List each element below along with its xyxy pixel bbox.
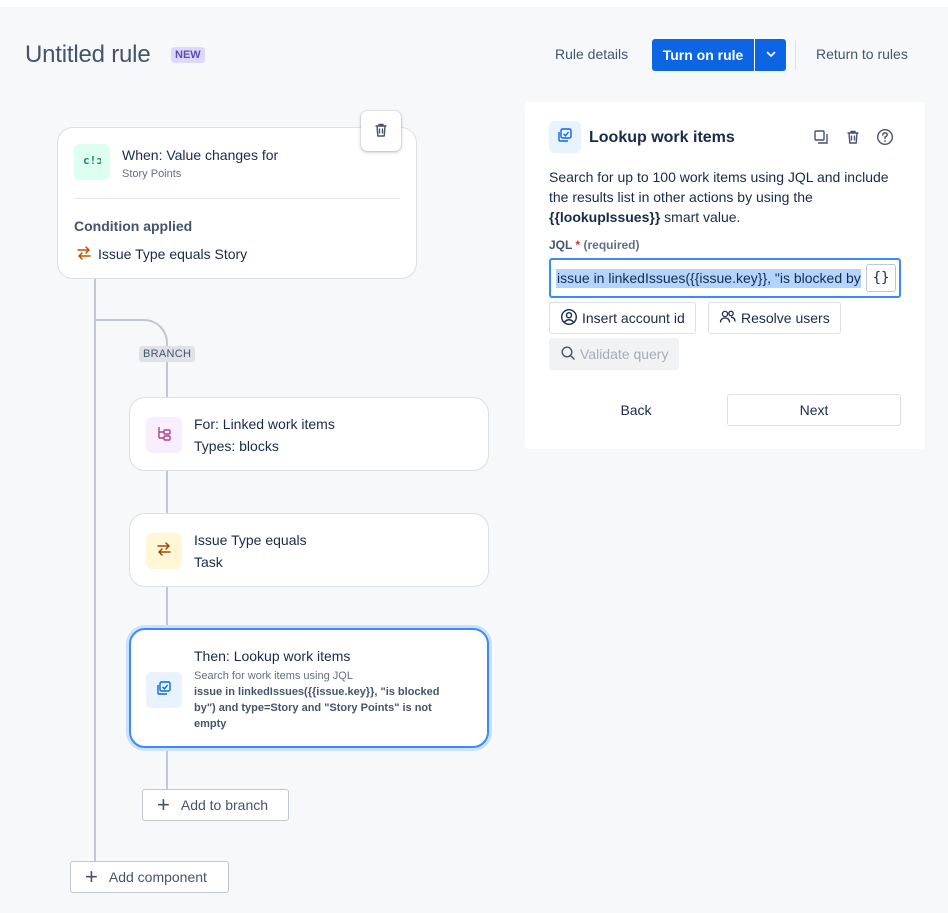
action-icon-box (146, 672, 182, 708)
people-icon (719, 309, 737, 328)
condition-text: Issue Type equals Story (98, 246, 248, 262)
action-jql-line-2: by") and type=Story and "Story Points" i… (194, 702, 432, 714)
plus-icon: + (85, 864, 98, 889)
user-circle-icon (560, 308, 578, 329)
delete-action-button[interactable] (842, 127, 864, 149)
back-button[interactable]: Back (549, 394, 723, 426)
copy-icon (813, 129, 829, 148)
action-jql-line-3: empty (194, 718, 227, 730)
turn-on-dropdown-button[interactable] (755, 39, 786, 71)
trigger-subtitle: Story Points (122, 168, 182, 180)
page-title: Untitled rule (25, 41, 151, 68)
branch-line-3 (166, 587, 168, 628)
condition-title: Issue Type equals (194, 532, 307, 548)
svg-text:c!ɔ: c!ɔ (83, 154, 101, 167)
description-text: Search for up to 100 work items using JQ… (549, 169, 889, 205)
top-strip (0, 0, 948, 7)
required-text: (required) (583, 238, 640, 252)
insert-account-id-label: Insert account id (582, 310, 685, 326)
validate-query-label: Validate query (580, 346, 669, 362)
swap-icon (76, 245, 92, 266)
delete-trigger-button[interactable] (361, 111, 401, 151)
branch-icon-box (146, 417, 182, 453)
description-suffix: smart value. (660, 209, 741, 225)
smart-values-button[interactable]: {} (866, 264, 896, 292)
add-component-button[interactable]: + Add component (70, 861, 229, 893)
branch-line-2 (166, 471, 168, 513)
add-component-label: Add component (108, 869, 207, 885)
swap-icon (156, 541, 172, 562)
branch-line-4 (166, 748, 168, 789)
required-star: * (575, 238, 581, 252)
return-to-rules-button[interactable]: Return to rules (816, 46, 908, 62)
lookup-icon (156, 680, 172, 701)
branch-icon (156, 425, 172, 446)
jql-label: JQL * (required) (549, 238, 640, 252)
branch-card[interactable]: For: Linked work items Types: blocks (129, 397, 489, 471)
insert-account-id-button[interactable]: Insert account id (549, 302, 696, 334)
main-flow-line (94, 279, 96, 861)
action-config-panel: Lookup work items Search for up to 100 w… (525, 102, 925, 449)
header-divider (795, 40, 796, 70)
condition-applied-label: Condition applied (74, 218, 193, 234)
branch-subtitle: Types: blocks (194, 438, 279, 454)
plus-icon: + (157, 792, 170, 817)
duplicate-button[interactable] (810, 127, 832, 149)
trigger-divider (74, 198, 400, 199)
action-jql-line-1: issue in linkedIssues({{issue.key}}, "is… (194, 686, 440, 698)
jql-input-value[interactable]: issue in linkedIssues({{issue.key}}, "is… (556, 269, 861, 288)
trigger-icon-box: c!ɔ (74, 144, 110, 180)
trigger-title: When: Value changes for (122, 147, 279, 163)
branch-line-1 (166, 359, 168, 397)
search-icon (560, 345, 576, 364)
question-icon (876, 128, 894, 149)
rule-details-button[interactable]: Rule details (555, 46, 628, 62)
jql-input[interactable]: issue in linkedIssues({{issue.key}}, "is… (549, 258, 901, 298)
new-badge: NEW (171, 47, 205, 63)
trash-icon (373, 122, 389, 141)
action-card[interactable]: Then: Lookup work items Search for work … (129, 628, 489, 748)
condition-icon-box (146, 533, 182, 569)
trash-icon (845, 129, 861, 148)
smart-value-text: {{lookupIssues}} (549, 209, 661, 225)
add-to-branch-button[interactable]: + Add to branch (142, 789, 289, 821)
resolve-users-button[interactable]: Resolve users (708, 302, 841, 334)
condition-card[interactable]: Issue Type equals Task (129, 513, 489, 587)
lookup-icon (557, 127, 573, 148)
validate-query-button[interactable]: Validate query (549, 338, 680, 370)
action-title: Then: Lookup work items (194, 648, 351, 664)
add-to-branch-label: Add to branch (180, 797, 269, 813)
resolve-users-label: Resolve users (741, 310, 830, 326)
jql-label-text: JQL (549, 238, 573, 252)
action-subtitle: Search for work items using JQL (194, 670, 353, 682)
next-button[interactable]: Next (727, 394, 901, 426)
chevron-down-icon (765, 48, 777, 63)
panel-title: Lookup work items (589, 129, 735, 146)
panel-lookup-icon-box (549, 121, 581, 153)
panel-description: Search for up to 100 work items using JQ… (549, 167, 909, 227)
turn-on-rule-button[interactable]: Turn on rule (652, 39, 754, 71)
branch-tag: BRANCH (139, 346, 196, 362)
value-change-icon: c!ɔ (83, 153, 103, 172)
branch-title: For: Linked work items (194, 416, 335, 432)
help-button[interactable] (874, 127, 896, 149)
condition-subtitle: Task (194, 554, 223, 570)
